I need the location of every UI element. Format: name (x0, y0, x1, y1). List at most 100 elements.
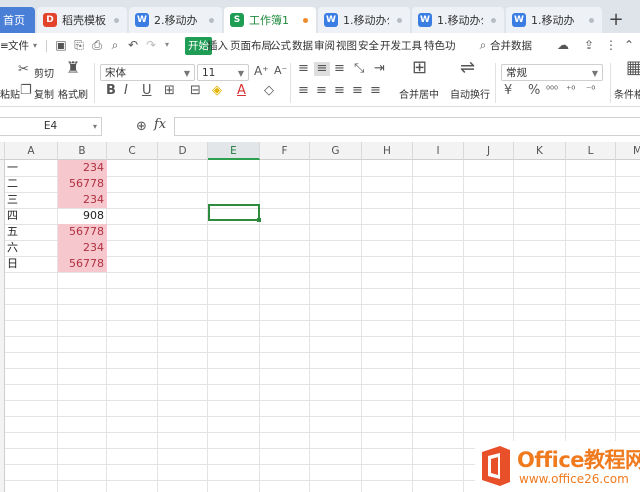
scissors-icon[interactable]: ✂ (18, 63, 29, 77)
row-header[interactable] (0, 336, 5, 352)
tab-close-dot-icon[interactable] (303, 17, 308, 23)
menu-tab-9[interactable]: 特色功 (424, 38, 456, 54)
align-center-icon[interactable]: ≡ (316, 84, 327, 98)
menu-tab-3[interactable]: 公式 (270, 38, 291, 54)
search-command[interactable]: 合并数据 (490, 38, 532, 54)
row-header[interactable] (0, 416, 5, 432)
tab-2[interactable]: S 工作簿1 (224, 7, 316, 33)
menu-tab-6[interactable]: 视图 (336, 38, 357, 54)
cell-b[interactable]: 56778 (58, 176, 107, 192)
row-header[interactable] (0, 352, 5, 368)
border-icon[interactable]: ⊞ (164, 84, 175, 98)
cell-a[interactable]: 二 (5, 176, 58, 192)
cell-b[interactable]: 234 (58, 192, 107, 208)
align-bottom-icon[interactable]: ≡ (334, 62, 345, 76)
column-header-m[interactable]: M (616, 142, 640, 160)
number-format-select[interactable]: 常规 ▼ (501, 64, 603, 81)
merge-center-icon[interactable]: ⊞ (412, 59, 427, 77)
row-header[interactable] (0, 320, 5, 336)
file-menu[interactable]: 文件 (8, 38, 29, 54)
column-header-f[interactable]: F (260, 142, 310, 160)
column-header-a[interactable]: A (5, 142, 58, 160)
cell-b[interactable]: 234 (58, 240, 107, 256)
paste-button[interactable]: 粘贴 (0, 86, 20, 101)
select-all-corner[interactable] (0, 142, 5, 160)
column-header-l[interactable]: L (566, 142, 616, 160)
tab-close-dot-icon[interactable] (491, 17, 496, 23)
merge-center-button[interactable]: 合并居中 (399, 86, 439, 101)
font-color-icon[interactable]: A (237, 84, 246, 98)
column-header-k[interactable]: K (514, 142, 566, 160)
wrap-text-button[interactable]: 自动换行 (450, 86, 490, 101)
menu-tab-7[interactable]: 安全 (358, 38, 379, 54)
column-header-b[interactable]: B (58, 142, 107, 160)
bold-icon[interactable]: B (106, 84, 116, 98)
column-header-j[interactable]: J (464, 142, 514, 160)
currency-icon[interactable]: ¥ (504, 84, 512, 98)
column-header-h[interactable]: H (362, 142, 413, 160)
fx-button[interactable]: fx (154, 117, 166, 132)
search-icon[interactable]: ⌕ (476, 38, 490, 52)
copy-icon[interactable]: ❐ (20, 84, 32, 98)
quick-access-chevron-icon[interactable]: ▾ (160, 38, 174, 52)
redo-icon[interactable]: ↷ (144, 38, 158, 52)
underline-icon[interactable]: U (142, 84, 152, 98)
cell-a[interactable]: 四 (5, 208, 58, 224)
increase-font-icon[interactable]: A⁺ (254, 64, 269, 78)
row-header[interactable] (0, 432, 5, 448)
row-header[interactable] (0, 480, 5, 492)
cell-b[interactable]: 56778 (58, 224, 107, 240)
align-right-icon[interactable]: ≡ (334, 84, 345, 98)
align-left-icon[interactable]: ≡ (298, 84, 309, 98)
tab-1[interactable]: W 2.移动办 (129, 7, 222, 33)
selected-cell[interactable] (208, 204, 260, 221)
format-painter-icon[interactable]: ♜ (66, 60, 80, 76)
formula-input[interactable] (174, 117, 640, 136)
tab-0[interactable]: D 稻壳模板 (37, 7, 127, 33)
cell-a[interactable]: 日 (5, 256, 58, 272)
cell-b[interactable]: 234 (58, 160, 107, 176)
menu-tab-2[interactable]: 页面布局 (230, 38, 272, 54)
fill-handle[interactable] (257, 218, 261, 222)
cloud-icon[interactable]: ☁ (556, 38, 570, 52)
minimize-ribbon-icon[interactable]: ⌃ (622, 38, 636, 52)
font-size-select[interactable]: 11 ▼ (197, 64, 249, 81)
cell-a[interactable]: 六 (5, 240, 58, 256)
wrap-text-icon[interactable]: ⇌ (460, 59, 475, 77)
new-tab-button[interactable]: + (604, 8, 628, 32)
file-menu-chevron-icon[interactable]: ▾ (33, 38, 37, 54)
row-header[interactable] (0, 288, 5, 304)
clear-format-icon[interactable]: ◇ (264, 84, 274, 98)
menu-tab-1[interactable]: 插入 (207, 38, 228, 54)
thousands-icon[interactable]: ⁰⁰⁰ (546, 84, 558, 98)
column-header-c[interactable]: C (107, 142, 158, 160)
copy-button[interactable]: 复制 (34, 86, 54, 101)
column-header-g[interactable]: G (310, 142, 362, 160)
spreadsheet-grid[interactable]: ABCDEFGHIJKLM 一 234 二 56778 三 234 四 908 五 56778 六 2… (0, 142, 640, 492)
align-top-icon[interactable]: ≡ (298, 62, 309, 76)
row-header[interactable] (0, 400, 5, 416)
format-painter-button[interactable]: 格式刷 (58, 86, 88, 101)
name-box[interactable]: E4 ▾ (0, 117, 102, 136)
menu-tab-5[interactable]: 审阅 (314, 38, 335, 54)
home-tab[interactable]: 首页 (0, 7, 35, 33)
justify-icon[interactable]: ≡ (352, 84, 363, 98)
menu-tab-8[interactable]: 开发工具 (380, 38, 422, 54)
decrease-decimal-icon[interactable]: ⁻⁰ (586, 84, 595, 98)
align-middle-icon[interactable]: ≡ (314, 62, 330, 76)
font-name-select[interactable]: 宋体 ▼ (100, 64, 195, 81)
undo-icon[interactable]: ↶ (126, 38, 140, 52)
menu-tab-4[interactable]: 数据 (292, 38, 313, 54)
orientation-icon[interactable]: ⤡ (354, 62, 364, 76)
cell-b[interactable]: 908 (58, 208, 107, 224)
indent-icon[interactable]: ⇥ (374, 62, 385, 76)
cell-b[interactable]: 56778 (58, 256, 107, 272)
column-header-i[interactable]: I (413, 142, 464, 160)
tab-5[interactable]: W 1.移动办 (506, 7, 602, 33)
share-icon[interactable]: ⇪ (582, 38, 596, 52)
row-header[interactable] (0, 448, 5, 464)
italic-icon[interactable]: I (124, 84, 128, 98)
cut-button[interactable]: 剪切 (34, 65, 54, 80)
tab-close-dot-icon[interactable] (589, 17, 594, 23)
cell-a[interactable]: 五 (5, 224, 58, 240)
